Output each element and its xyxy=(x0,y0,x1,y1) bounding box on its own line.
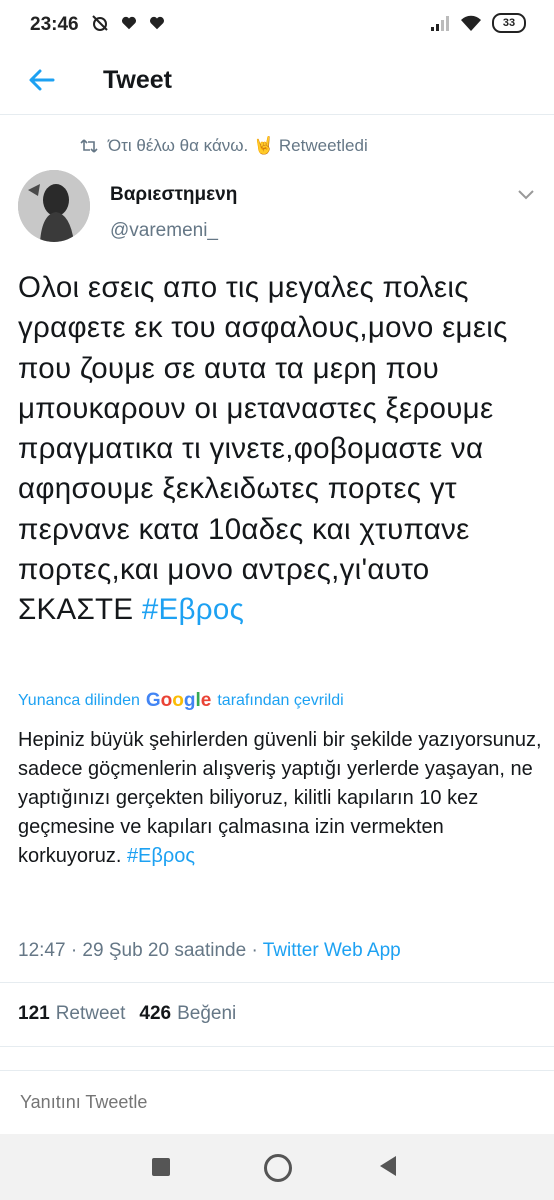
status-time: 23:46 xyxy=(30,14,79,35)
tweet-text: Ολοι εσεις απο τις μεγαλες πολεις γραφετ… xyxy=(18,268,543,631)
tweet-timestamp: 12:47 · 29 Şub 20 saatinde · xyxy=(18,940,263,961)
retweets-count: 121 xyxy=(18,1003,50,1024)
status-right-icons: 33 xyxy=(430,13,526,33)
status-left-icons xyxy=(90,13,166,33)
author-handle[interactable]: @varemeni_ xyxy=(110,220,218,242)
translation-suffix: tarafından çevrildi xyxy=(217,692,344,709)
translated-body: Hepiniz büyük şehirlerden güvenli bir şe… xyxy=(18,729,542,867)
tweet-meta: 12:47 · 29 Şub 20 saatinde · Twitter Web… xyxy=(18,940,401,962)
avatar-image xyxy=(18,170,90,242)
author-display-name[interactable]: Βαριεστημενη xyxy=(110,184,237,206)
retweets-label: Retweet xyxy=(55,1003,126,1024)
translation-prefix: Yunanca dilinden xyxy=(18,692,140,709)
heart-icon xyxy=(149,16,165,30)
retweet-icon xyxy=(80,139,98,153)
divider xyxy=(0,1046,554,1047)
tweet-stats: 121 Retweet 426 Beğeni xyxy=(18,1003,236,1025)
home-icon[interactable] xyxy=(264,1154,292,1182)
divider xyxy=(0,982,554,983)
system-nav-bar xyxy=(0,1134,554,1200)
retweet-context-text: Ότι θέλω θα κάνω. 🤘 Retweetledi xyxy=(108,136,368,155)
arrow-left-icon[interactable] xyxy=(26,64,58,96)
reply-bar xyxy=(0,1070,554,1134)
avatar[interactable] xyxy=(18,170,90,242)
heart-icon xyxy=(121,16,137,30)
translated-text: Hepiniz büyük şehirlerden güvenli bir şe… xyxy=(18,726,548,871)
reply-input[interactable] xyxy=(18,1091,522,1114)
recent-apps-icon[interactable] xyxy=(152,1158,170,1176)
no-alarm-icon xyxy=(92,15,108,31)
wifi-icon xyxy=(461,15,481,31)
header: Tweet xyxy=(0,48,554,115)
battery-level: 33 xyxy=(502,17,516,29)
likes-label: Beğeni xyxy=(177,1003,237,1024)
tweet-source-app[interactable]: Twitter Web App xyxy=(263,940,401,961)
tweet-hashtag[interactable]: #Εβρος xyxy=(142,593,244,626)
retweet-context[interactable]: Ότι θέλω θα κάνω. 🤘 Retweetledi xyxy=(80,136,368,156)
battery-icon: 33 xyxy=(492,13,526,33)
retweets-stat[interactable]: 121 Retweet xyxy=(18,1003,125,1025)
back-triangle-icon[interactable] xyxy=(380,1156,396,1176)
likes-stat[interactable]: 426 Beğeni xyxy=(139,1003,236,1025)
page-title: Tweet xyxy=(103,66,172,94)
signal-icon xyxy=(431,16,449,31)
google-logo: Google xyxy=(145,690,212,711)
status-bar: 23:46 33 xyxy=(0,0,554,48)
chevron-down-icon[interactable] xyxy=(516,188,536,202)
translated-hashtag[interactable]: #Εβρος xyxy=(127,845,195,867)
translation-attribution: Yunanca dilinden Google tarafından çevri… xyxy=(18,690,344,712)
likes-count: 426 xyxy=(139,1003,172,1024)
tweet-body: Ολοι εσεις απο τις μεγαλες πολεις γραφετ… xyxy=(18,271,508,627)
